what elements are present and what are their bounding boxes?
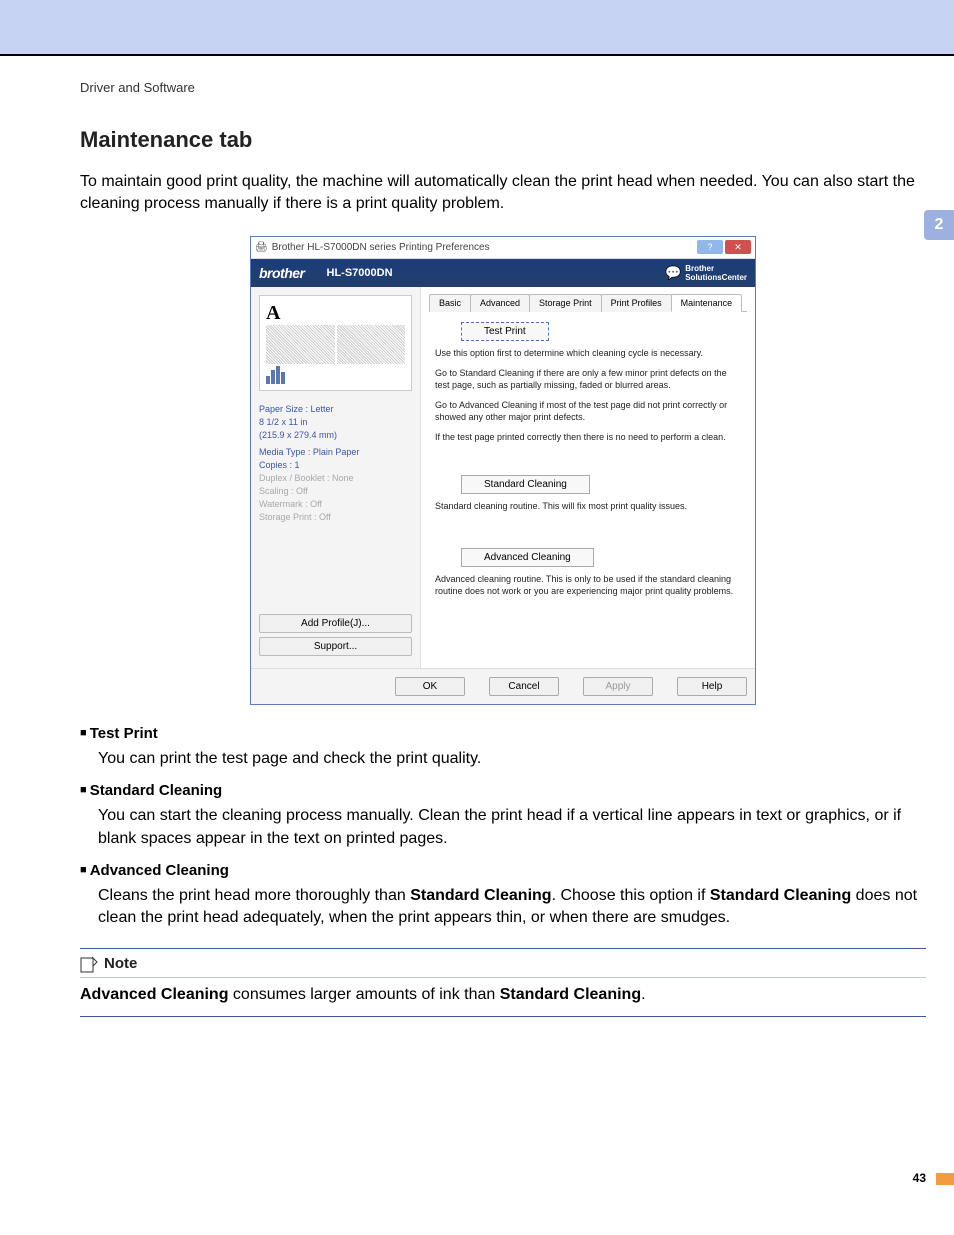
solutions-center-link[interactable]: Brother SolutionsCenter (685, 264, 747, 282)
brand-logo: brother (259, 265, 305, 281)
tab-print-profiles[interactable]: Print Profiles (601, 294, 672, 312)
feature-item: Advanced Cleaning Cleans the print head m… (80, 862, 926, 930)
pane-text: Use this option first to determine which… (435, 347, 741, 359)
section-title: Maintenance tab (80, 127, 926, 153)
add-profile-button[interactable]: Add Profile(J)... (259, 614, 412, 633)
feature-item: Standard Cleaning You can start the clean… (80, 782, 926, 850)
advanced-cleaning-button[interactable]: Advanced Cleaning (461, 548, 594, 567)
help-button[interactable]: Help (677, 677, 747, 696)
pane-text: Advanced cleaning routine. This is only … (435, 573, 741, 597)
feature-title: Standard Cleaning (80, 782, 926, 799)
standard-cleaning-button[interactable]: Standard Cleaning (461, 475, 590, 494)
ok-button[interactable]: OK (395, 677, 465, 696)
dialog-tabs: Basic Advanced Storage Print Print Profi… (429, 293, 747, 312)
dialog-footer: OK Cancel Apply Help (251, 668, 755, 704)
preview-letter-icon: A (266, 302, 280, 325)
printing-preferences-dialog: 🖨 Brother HL-S7000DN series Printing Pre… (250, 236, 756, 705)
support-button[interactable]: Support... (259, 637, 412, 656)
feature-title: Test Print (80, 725, 926, 742)
breadcrumb: Driver and Software (80, 80, 926, 95)
feature-body: You can print the test page and check th… (98, 748, 926, 770)
tab-basic[interactable]: Basic (429, 294, 471, 312)
feature-body: You can start the cleaning process manua… (98, 805, 926, 850)
page-top-band (0, 0, 954, 56)
page-content: Driver and Software Maintenance tab To m… (0, 64, 954, 1017)
feature-item: Test Print You can print the test page an… (80, 725, 926, 770)
dialog-brand-header: brother HL-S7000DN 💬 Brother SolutionsCe… (251, 259, 755, 287)
dialog-left-panel: A (251, 287, 421, 668)
pane-text: Go to Standard Cleaning if there are onl… (435, 367, 741, 391)
note-icon (80, 955, 98, 973)
printer-icon: 🖨 (255, 242, 268, 253)
note-body: Advanced Cleaning consumes larger amount… (80, 984, 926, 1006)
note-label: Note (104, 955, 137, 972)
model-label: HL-S7000DN (327, 267, 393, 279)
solutions-center-icon[interactable]: 💬 (665, 265, 681, 281)
feature-title: Advanced Cleaning (80, 862, 926, 879)
tab-advanced[interactable]: Advanced (470, 294, 530, 312)
pane-text: Standard cleaning routine. This will fix… (435, 500, 741, 512)
intro-paragraph: To maintain good print quality, the mach… (80, 171, 926, 216)
tab-maintenance[interactable]: Maintenance (671, 294, 743, 312)
page-preview: A (259, 295, 412, 391)
note-box: Note Advanced Cleaning consumes larger a… (80, 948, 926, 1017)
maintenance-pane: Test Print Use this option first to dete… (429, 312, 747, 597)
pane-text: If the test page printed correctly then … (435, 431, 741, 443)
dialog-right-panel: Basic Advanced Storage Print Print Profi… (421, 287, 755, 668)
apply-button[interactable]: Apply (583, 677, 653, 696)
chapter-tab: 2 (924, 210, 954, 240)
cancel-button[interactable]: Cancel (489, 677, 559, 696)
pane-text: Go to Advanced Cleaning if most of the t… (435, 399, 741, 423)
settings-summary: Paper Size : Letter 8 1/2 x 11 in (215.9… (259, 403, 412, 524)
page-number-accent (936, 1173, 954, 1185)
dialog-title: Brother HL-S7000DN series Printing Prefe… (272, 242, 490, 253)
tab-storage-print[interactable]: Storage Print (529, 294, 602, 312)
preview-chart-icon (266, 364, 285, 384)
page-number: 43 (913, 1171, 926, 1185)
titlebar-help-button[interactable]: ? (697, 240, 723, 254)
test-print-button[interactable]: Test Print (461, 322, 549, 341)
dialog-titlebar: 🖨 Brother HL-S7000DN series Printing Pre… (251, 237, 755, 259)
titlebar-close-button[interactable]: ✕ (725, 240, 751, 254)
feature-body: Cleans the print head more thoroughly th… (98, 885, 926, 930)
